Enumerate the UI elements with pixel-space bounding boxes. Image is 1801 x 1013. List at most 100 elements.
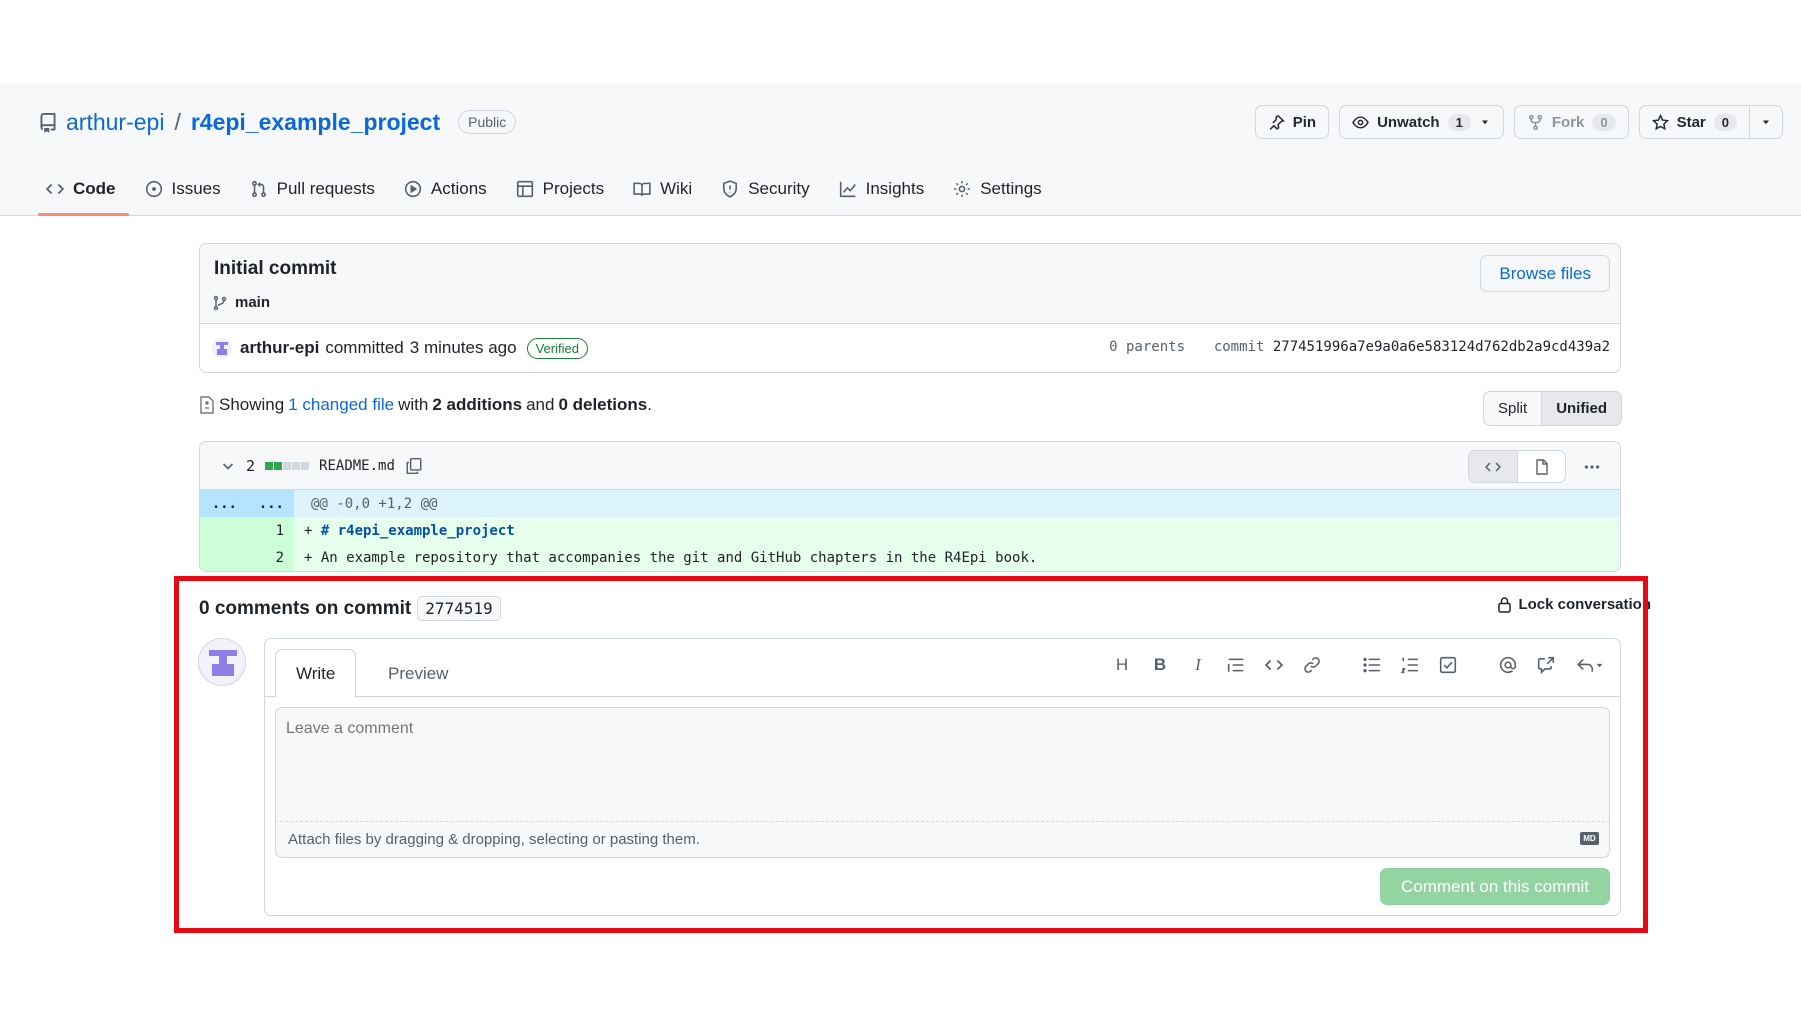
repo-header: arthur-epi / r4epi_example_project Publi… xyxy=(0,84,1801,216)
code-icon xyxy=(46,183,64,195)
star-count: 0 xyxy=(1713,113,1737,131)
verified-badge[interactable]: Verified xyxy=(526,337,588,359)
tab-issues[interactable]: Issues xyxy=(137,164,234,214)
tab-label: Pull requests xyxy=(276,179,375,198)
graph-icon xyxy=(839,181,856,198)
star-button[interactable]: Star 0 xyxy=(1638,105,1750,139)
summary-showing: Showing xyxy=(219,395,285,414)
commit-meta: arthur-epi committed 3 minutes ago Verif… xyxy=(200,324,1620,372)
diff-filename[interactable]: README.md xyxy=(319,458,395,474)
commit-sha-row: commit 277451996a7e9a0a6e583124d762db2a9… xyxy=(1214,339,1610,355)
unified-view-button[interactable]: Unified xyxy=(1542,391,1623,426)
tab-insights[interactable]: Insights xyxy=(831,164,938,214)
repo-name-link[interactable]: r4epi_example_project xyxy=(191,109,440,136)
tab-actions[interactable]: Actions xyxy=(396,164,500,214)
gear-icon xyxy=(954,181,971,197)
hunk-header-row: ... ... @@ -0,0 +1,2 @@ xyxy=(200,490,1620,517)
expand-down-button[interactable]: ... xyxy=(247,490,294,517)
browse-files-button[interactable]: Browse files xyxy=(1480,255,1610,292)
book-icon xyxy=(633,182,651,196)
split-view-button[interactable]: Split xyxy=(1483,391,1543,426)
diff-summary: Showing 1 changed file with 2 additions … xyxy=(199,395,652,415)
shield-icon xyxy=(723,180,738,198)
new-line-number[interactable]: 1 xyxy=(247,517,294,544)
rich-diff-button[interactable] xyxy=(1517,451,1565,482)
expand-up-button[interactable]: ... xyxy=(200,490,247,517)
source-diff-button[interactable] xyxy=(1469,451,1517,482)
file-diff-icon xyxy=(200,396,214,414)
commit-title: Initial commit xyxy=(214,258,337,279)
tab-code[interactable]: Code xyxy=(38,164,129,216)
repo-owner-link[interactable]: arthur-epi xyxy=(66,109,164,136)
tab-projects[interactable]: Projects xyxy=(508,164,617,214)
diff-prefix: + xyxy=(304,549,321,566)
tab-label: Wiki xyxy=(660,179,693,198)
author-avatar[interactable] xyxy=(212,338,232,358)
diff-text: # r4epi_example_project xyxy=(320,522,515,539)
diff-prefix: + xyxy=(304,522,321,539)
commit-sha-label: commit xyxy=(1213,339,1265,355)
code-icon xyxy=(1485,461,1501,472)
diff-file: 2 README.md ... ... @@ -0,0 +1,2 @@ 1 + … xyxy=(199,441,1621,572)
tab-label: Projects xyxy=(542,179,605,198)
commit-header: Initial commit main Browse files xyxy=(200,244,1620,324)
tab-security[interactable]: Security xyxy=(713,164,822,214)
tab-label: Insights xyxy=(865,179,925,198)
pin-label: Pin xyxy=(1292,113,1317,131)
pull-request-icon xyxy=(251,180,266,198)
star-dropdown-button[interactable] xyxy=(1750,105,1783,139)
diffstat-bar xyxy=(265,461,310,470)
branch-name: main xyxy=(235,294,271,311)
kebab-menu-icon[interactable] xyxy=(1574,459,1610,475)
fork-icon xyxy=(1528,114,1542,130)
issue-icon xyxy=(145,180,162,198)
eye-icon xyxy=(1352,115,1369,129)
commit-time: 3 minutes ago xyxy=(409,338,517,357)
additions-count: 2 additions xyxy=(432,395,523,414)
diff-tools xyxy=(1468,450,1610,483)
copy-icon[interactable] xyxy=(405,457,423,475)
tab-label: Settings xyxy=(980,179,1042,198)
old-line-number xyxy=(200,517,247,544)
star-button-group: Star 0 xyxy=(1638,105,1783,139)
repo-nav: Code Issues Pull requests Actions Projec… xyxy=(38,164,1063,216)
pin-button[interactable]: Pin xyxy=(1254,105,1330,139)
chevron-down-icon[interactable] xyxy=(220,458,236,474)
tab-label: Security xyxy=(748,179,810,198)
play-icon xyxy=(404,180,422,198)
caret-down-icon xyxy=(1481,120,1488,125)
hunk-header: @@ -0,0 +1,2 @@ xyxy=(311,495,438,512)
watch-count: 1 xyxy=(1447,113,1471,131)
tab-label: Actions xyxy=(430,179,487,198)
highlight-annotation xyxy=(174,576,1648,933)
unwatch-label: Unwatch xyxy=(1377,113,1440,131)
deletions-count: 0 deletions xyxy=(558,395,648,414)
tab-label: Code xyxy=(73,179,116,198)
repo-actions: Pin Unwatch 1 Fork 0 Star 0 xyxy=(1254,105,1783,139)
repo-icon xyxy=(38,112,58,133)
commit-author-link[interactable]: arthur-epi xyxy=(240,338,319,358)
old-line-number xyxy=(200,544,247,571)
visibility-badge: Public xyxy=(458,110,517,134)
new-line-number[interactable]: 2 xyxy=(247,544,294,571)
fork-count: 0 xyxy=(1592,113,1616,131)
tab-settings[interactable]: Settings xyxy=(945,164,1054,214)
star-label: Star xyxy=(1676,113,1706,131)
diff-display-toggle xyxy=(1468,450,1566,483)
repo-separator: / xyxy=(174,108,181,135)
diff-line: 2 + An example repository that accompani… xyxy=(200,544,1620,571)
tab-wiki[interactable]: Wiki xyxy=(625,164,705,214)
summary-period: . xyxy=(647,395,652,414)
changed-files-link[interactable]: 1 changed file xyxy=(288,395,394,415)
branch-icon xyxy=(213,295,227,310)
commit-info-box: Initial commit main Browse files arthur-… xyxy=(199,243,1621,373)
diff-line-count: 2 xyxy=(246,456,256,475)
repo-title: arthur-epi / r4epi_example_project Publi… xyxy=(38,106,517,138)
table-icon xyxy=(516,180,533,198)
star-icon xyxy=(1651,113,1669,130)
diff-text: An example repository that accompanies t… xyxy=(320,549,1038,566)
fork-button[interactable]: Fork 0 xyxy=(1513,105,1629,139)
unwatch-button[interactable]: Unwatch 1 xyxy=(1339,105,1504,139)
tab-pull-requests[interactable]: Pull requests xyxy=(242,164,388,214)
commit-branch[interactable]: main xyxy=(212,294,270,311)
